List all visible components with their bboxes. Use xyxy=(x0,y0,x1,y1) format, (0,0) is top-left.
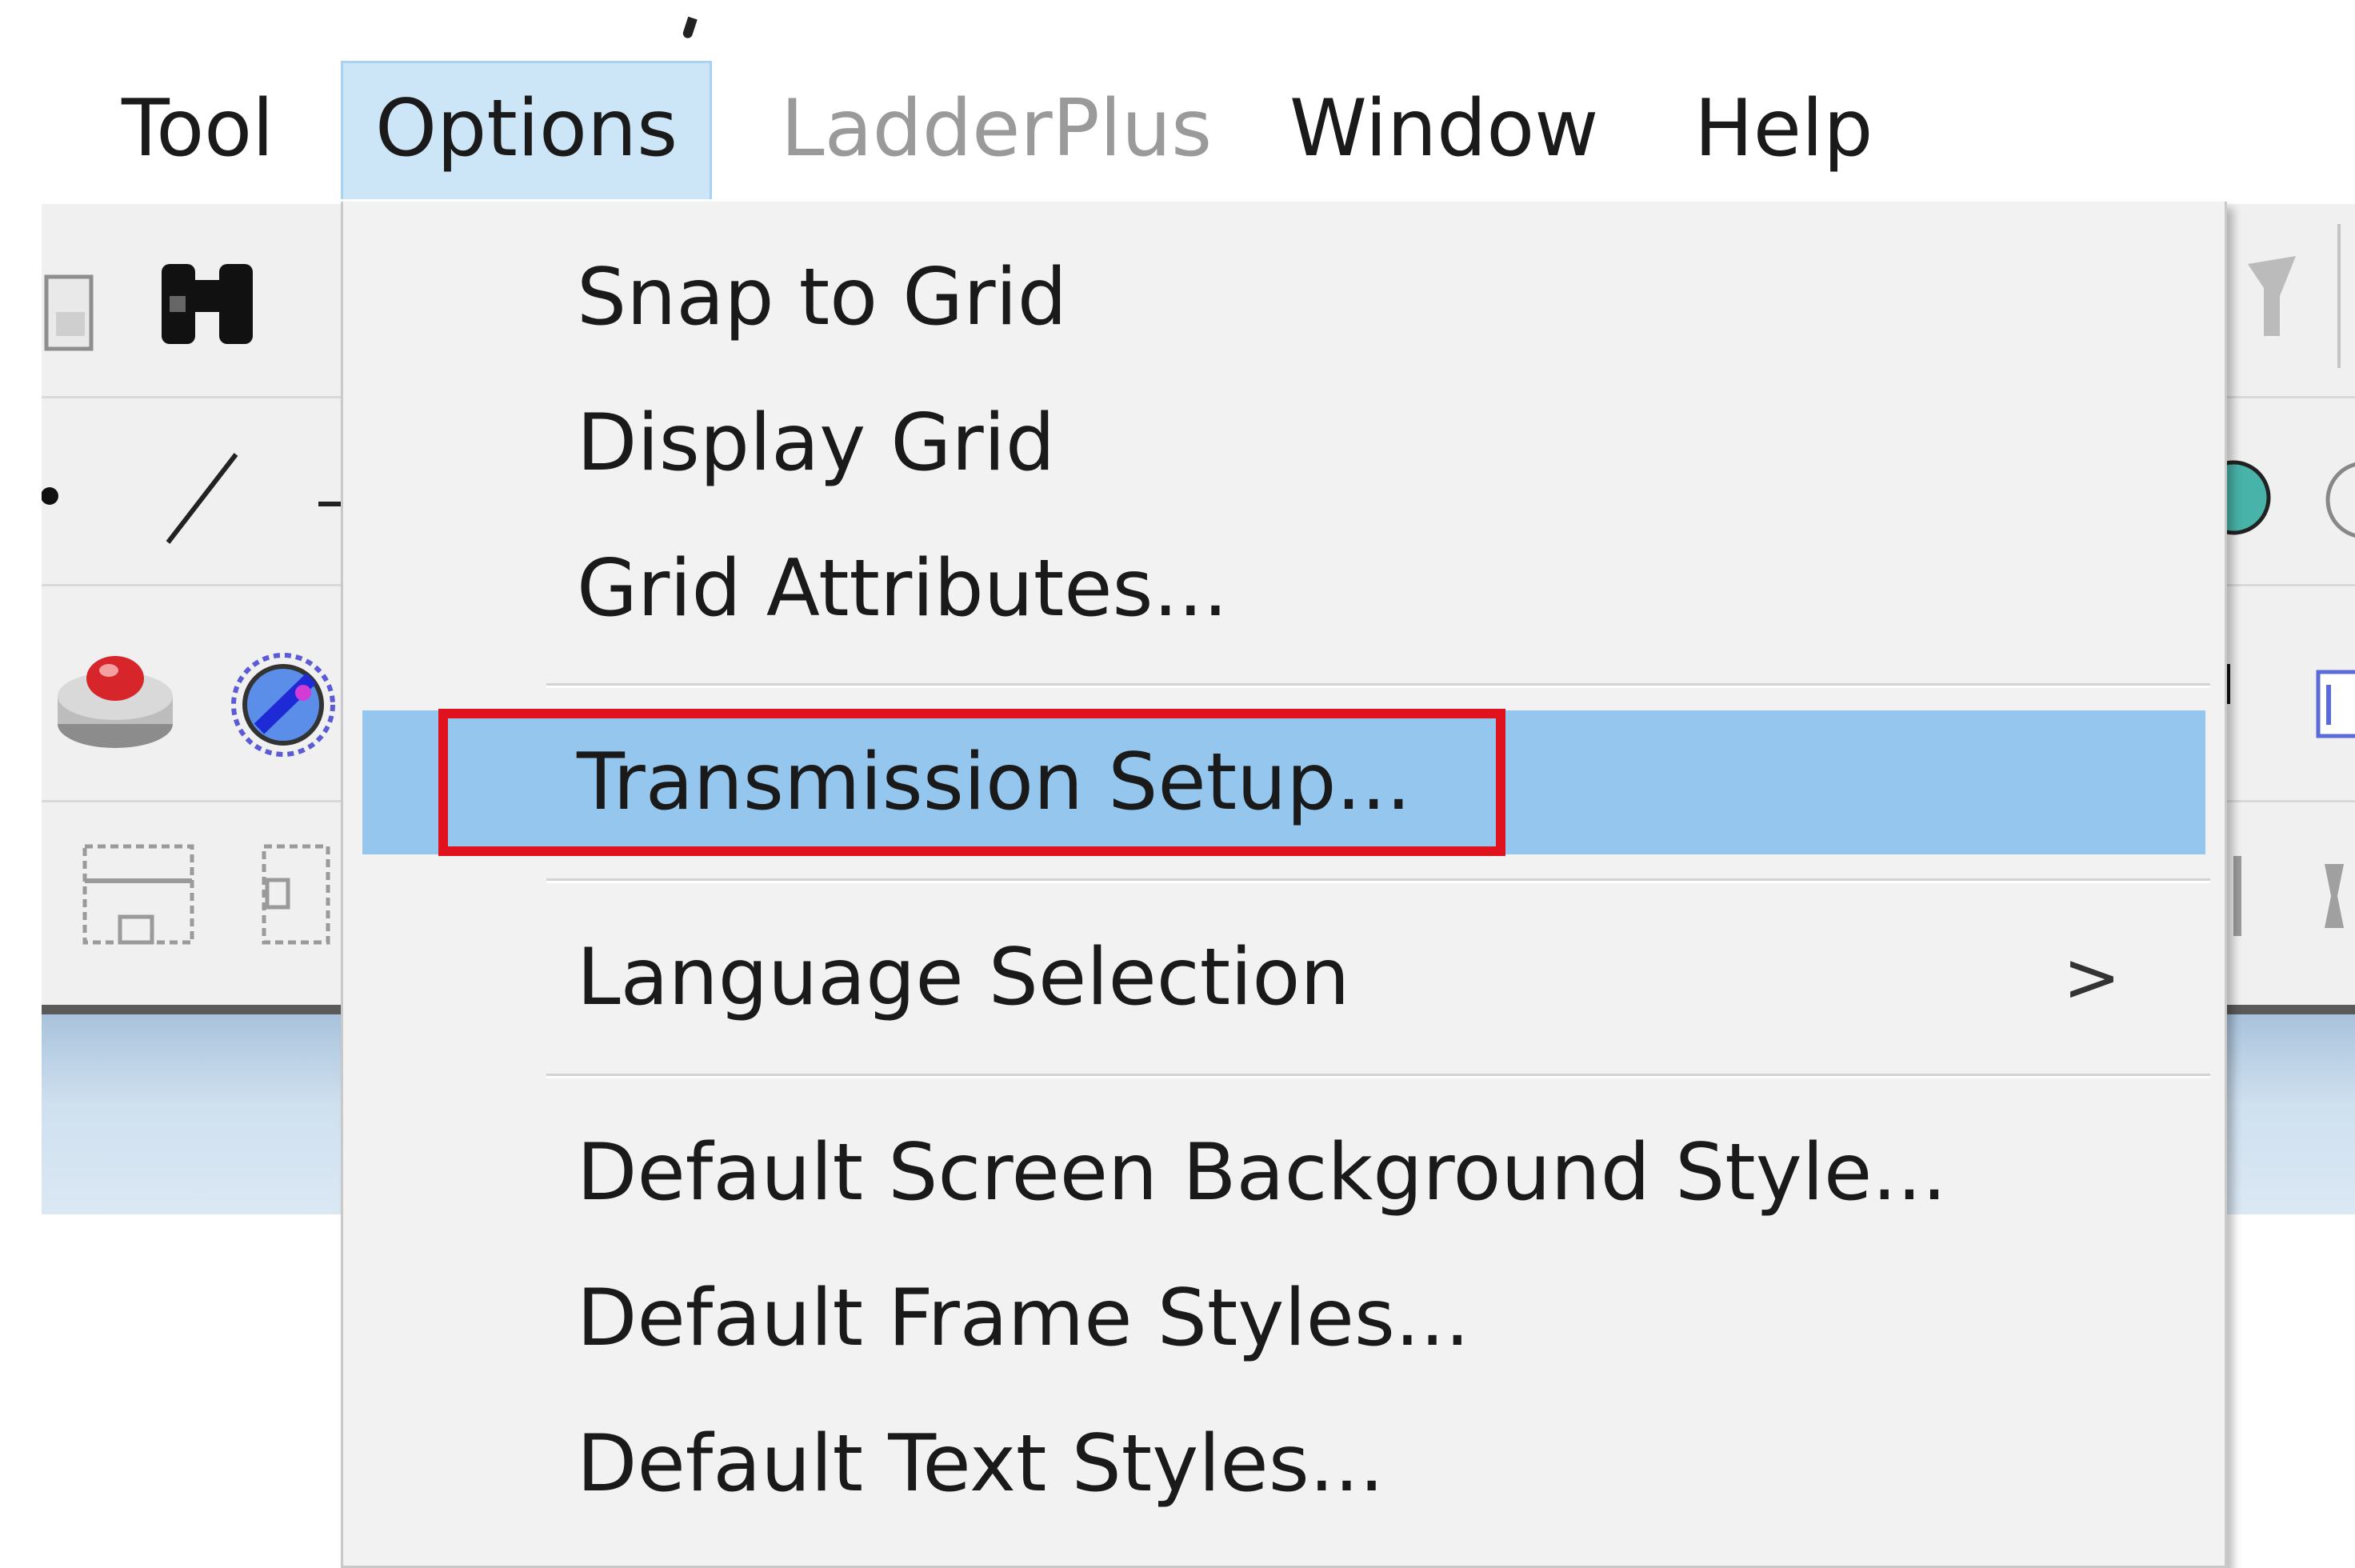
menu-item-label: Default Screen Background Style... xyxy=(577,1127,1947,1218)
menu-separator xyxy=(546,683,2210,688)
menu-item-snap-to-grid[interactable]: Snap to Grid xyxy=(343,226,2225,370)
menu-item-label: Transmission Setup... xyxy=(577,737,1411,828)
menu-help[interactable]: Help xyxy=(1662,61,1905,197)
bit-lamp-icon[interactable] xyxy=(227,645,339,768)
menu-window[interactable]: Window xyxy=(1257,61,1630,197)
menu-separator xyxy=(546,1074,2210,1078)
toolbar-icon-partial-3 xyxy=(2320,848,2355,947)
menu-item-transmission-setup[interactable]: Transmission Setup... xyxy=(362,710,2205,854)
push-button-icon[interactable] xyxy=(53,640,181,755)
menu-item-default-text-styles[interactable]: Default Text Styles... xyxy=(343,1392,2225,1536)
menu-item-label: Language Selection xyxy=(577,932,1350,1023)
menu-tool[interactable]: Tool xyxy=(90,61,306,197)
menu-item-label: Default Frame Styles... xyxy=(577,1273,1470,1364)
menu-item-default-frame-styles[interactable]: Default Frame Styles... xyxy=(343,1246,2225,1390)
menu-separator xyxy=(546,878,2210,883)
text-input-tool-icon[interactable] xyxy=(2315,669,2355,744)
toolbar-icon-partial[interactable] xyxy=(2240,248,2320,355)
menu-item-display-grid[interactable]: Display Grid xyxy=(343,371,2225,515)
menu-item-label: Snap to Grid xyxy=(577,252,1067,343)
menu-item-label: Grid Attributes... xyxy=(577,543,1229,634)
menu-item-default-screen-background-style[interactable]: Default Screen Background Style... xyxy=(343,1101,2225,1245)
menu-item-label: Display Grid xyxy=(577,398,1056,489)
split-layout-icon[interactable] xyxy=(256,840,336,955)
circle-tool-icon[interactable] xyxy=(2196,458,2281,541)
menu-item-grid-attributes[interactable]: Grid Attributes... xyxy=(343,517,2225,661)
screenshot-margin xyxy=(0,0,42,1566)
menu-ladderplus[interactable]: LadderPlus xyxy=(749,61,1244,197)
toolbar-separator xyxy=(2336,216,2344,379)
menu-item-language-selection[interactable]: Language Selection > xyxy=(343,906,2225,1050)
ellipse-tool-icon[interactable] xyxy=(2325,456,2355,547)
find-binoculars-icon[interactable] xyxy=(152,248,264,355)
toolbar-icon-partial-2 xyxy=(2229,848,2261,947)
menu-options[interactable]: Options xyxy=(341,61,713,199)
submenu-arrow-icon: > xyxy=(2062,938,2121,1018)
dot-icon[interactable] xyxy=(41,472,66,523)
save-icon[interactable] xyxy=(42,264,98,363)
line-tool-icon[interactable] xyxy=(160,446,248,554)
frame-layout-icon[interactable] xyxy=(80,840,200,955)
options-dropdown-menu: Snap to Grid Display Grid Grid Attribute… xyxy=(341,202,2227,1568)
menu-item-label: Default Text Styles... xyxy=(577,1418,1385,1510)
dash-icon[interactable] xyxy=(318,496,341,511)
